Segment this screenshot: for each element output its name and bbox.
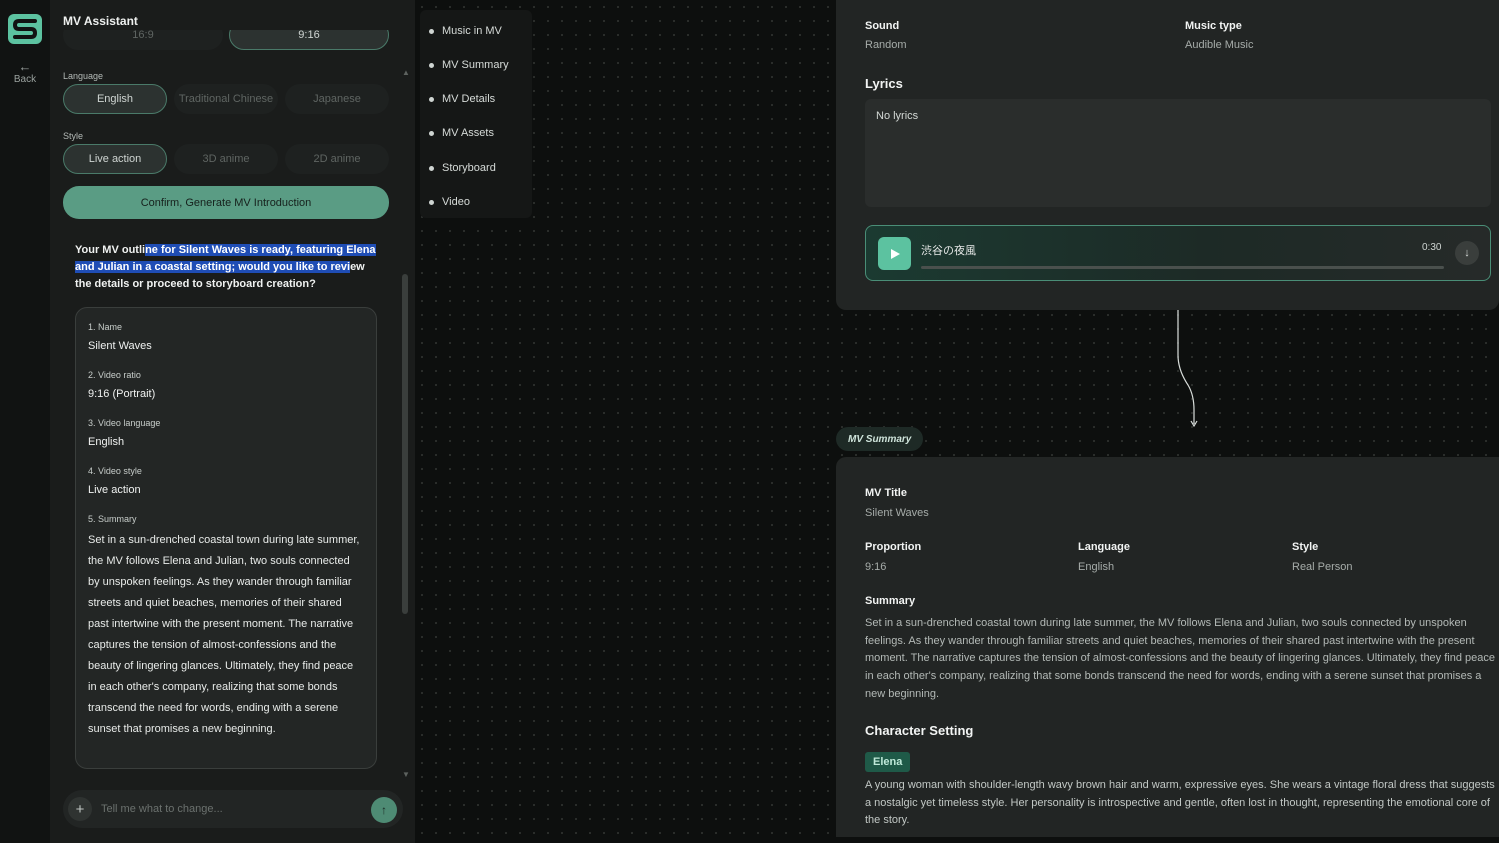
message-text-start: Your MV outli [75,244,146,256]
style-value: Real Person [1292,561,1353,573]
language-value: English [1078,561,1115,573]
arrow-left-icon: ← [18,59,32,74]
download-button[interactable]: ↓ [1455,241,1479,265]
scroll-up-icon[interactable]: ▲ [402,68,410,77]
node-connector [1177,310,1198,428]
language-option-traditional-chinese[interactable]: Traditional Chinese [174,84,278,114]
character-description: A young woman with shoulder-length wavy … [865,779,1495,827]
send-button[interactable]: ↑ [371,797,397,823]
nav-item-label: MV Assets [442,127,494,139]
proportion-label: Proportion [865,541,922,553]
summary-text: Set in a sun-drenched coastal town durin… [865,617,1495,700]
bullet-icon [429,62,434,68]
audio-player: 渋谷の夜風 0:30 ↓ [865,225,1491,281]
add-attachment-button[interactable]: + [68,797,92,821]
mv-outline-card: 1. Name Silent Waves 2. Video ratio 9:16… [75,307,377,769]
music-node-card: Sound Random Music type Audible Music Ly… [836,0,1499,310]
summary-label: 5. Summary [88,514,137,524]
field-value: Silent Waves [88,340,152,352]
bullet-icon [429,130,434,136]
plus-icon: + [75,800,85,818]
track-title: 渋谷の夜風 [921,245,976,257]
language-option-english[interactable]: English [63,84,167,114]
ratio-options: 16:9 9:16 [63,30,389,54]
assistant-title: MV Assistant [63,14,138,28]
progress-bar[interactable] [921,266,1444,269]
assistant-scrollbar[interactable] [402,274,408,614]
download-icon: ↓ [1464,247,1470,259]
arrow-up-icon: ↑ [381,803,387,817]
left-rail: ← Back [0,0,50,843]
confirm-generate-button[interactable]: Confirm, Generate MV Introduction [63,186,389,219]
nav-item-mv-details[interactable]: MV Details [429,93,495,105]
mv-summary-tag[interactable]: MV Summary [836,427,924,451]
field-label: 4. Video style [88,466,142,476]
summary-value: Set in a sun-drenched coastal town durin… [88,534,360,735]
nav-item-mv-assets[interactable]: MV Assets [429,127,494,139]
style-label: Style [63,131,84,141]
bullet-icon [429,28,434,34]
bullet-icon [429,199,434,205]
assistant-scroll-area[interactable]: 16:9 9:16 Language English Traditional C… [50,30,415,780]
nav-item-label: MV Summary [442,59,509,71]
summary-label: Summary [865,595,916,607]
back-label: Back [13,74,37,85]
track-time: 0:30 [1422,242,1442,253]
sound-value: Random [865,39,907,51]
lyrics-box: No lyrics [865,99,1491,207]
field-value: Live action [88,484,141,496]
lyrics-label: Lyrics [865,76,903,91]
chat-input-bar: + ↑ [63,790,403,828]
music-type-label: Music type [1185,20,1242,32]
field-label: 1. Name [88,322,123,332]
section-nav: Music in MV MV Summary MV Details MV Ass… [420,10,532,218]
back-button[interactable]: ← Back [0,59,50,86]
field-label: 3. Video language [88,418,161,428]
nav-item-label: Storyboard [442,162,496,174]
scroll-down-icon[interactable]: ▼ [402,770,410,779]
character-setting-label: Character Setting [865,723,974,738]
nav-item-label: Music in MV [442,25,502,37]
sound-label: Sound [865,20,900,32]
style-option-live-action[interactable]: Live action [63,144,167,174]
play-icon [890,248,900,259]
bullet-icon [429,165,434,171]
nav-item-music-in-mv[interactable]: Music in MV [429,25,502,37]
field-label: 2. Video ratio [88,370,141,380]
nav-item-label: MV Details [442,93,496,105]
character-badge[interactable]: Elena [865,752,911,772]
mv-summary-node-card: MV Title Silent Waves Proportion 9:16 La… [836,457,1499,837]
field-value: English [88,436,125,448]
assistant-message: Your MV outline for Silent Waves is read… [75,242,380,293]
ratio-option-16-9[interactable]: 16:9 [63,30,223,50]
play-button[interactable] [878,237,911,270]
app-logo-icon[interactable] [8,14,42,44]
style-option-2d-anime[interactable]: 2D anime [285,144,389,174]
style-label: Style [1292,541,1319,553]
nav-item-storyboard[interactable]: Storyboard [429,162,496,174]
field-value: 9:16 (Portrait) [88,388,156,400]
nav-item-mv-summary[interactable]: MV Summary [429,59,509,71]
language-option-japanese[interactable]: Japanese [285,84,389,114]
assistant-panel: MV Assistant 16:9 9:16 Language English … [50,0,415,843]
nav-item-video[interactable]: Video [429,196,470,208]
mv-title-value: Silent Waves [865,507,929,519]
bullet-icon [429,96,434,102]
mv-title-label: MV Title [865,487,907,499]
chat-input[interactable] [101,799,351,819]
music-type-value: Audible Music [1185,39,1254,51]
ratio-option-9-16[interactable]: 9:16 [229,30,389,50]
proportion-value: 9:16 [865,561,887,573]
style-option-3d-anime[interactable]: 3D anime [174,144,278,174]
nav-item-label: Video [442,196,470,208]
language-label: Language [63,71,104,81]
language-label: Language [1078,541,1130,553]
